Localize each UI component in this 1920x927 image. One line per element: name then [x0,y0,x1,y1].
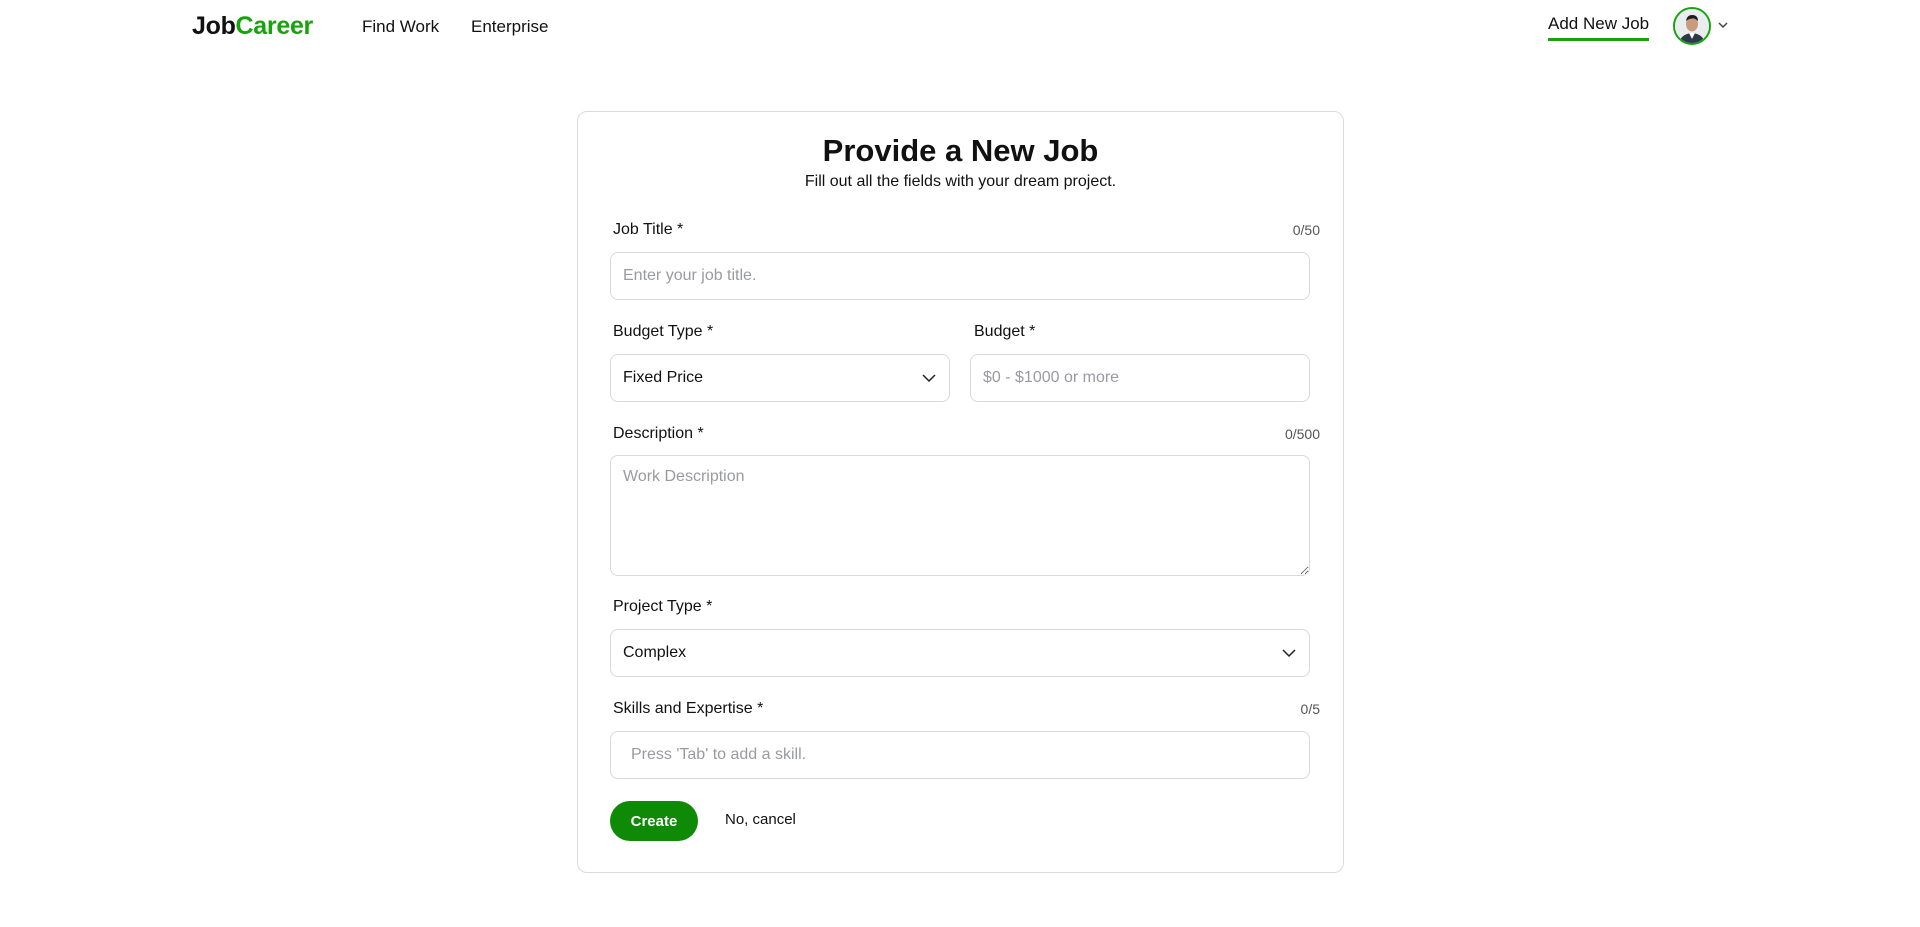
add-new-job-link[interactable]: Add New Job [1548,14,1650,41]
job-title-input[interactable] [610,252,1310,300]
budget-type-label: Budget Type * [613,323,714,340]
job-title-counter: 0/50 [1292,222,1320,238]
nav-find-work[interactable]: Find Work [362,17,439,37]
project-type-label: Project Type * [613,598,713,615]
description-label: Description * [613,425,704,442]
logo-part-career: Career [235,12,314,40]
user-avatar-icon [1675,9,1709,43]
page-subtitle: Fill out all the fields with your dream … [804,173,1117,190]
cancel-button[interactable]: No, cancel [725,811,796,828]
job-title-label: Job Title * [613,221,684,238]
page-title: Provide a New Job [822,133,1099,168]
chevron-down-icon[interactable] [1716,18,1730,32]
budget-type-select[interactable]: Fixed Price [610,354,950,402]
logo-part-job: Job [192,12,236,40]
avatar[interactable] [1673,7,1711,45]
create-button[interactable]: Create [610,801,698,841]
logo[interactable]: JobCareer [192,12,313,41]
chevron-down-icon [1282,649,1296,658]
project-type-value: Complex [623,644,687,661]
project-type-select[interactable]: Complex [610,629,1310,677]
nav-enterprise[interactable]: Enterprise [471,17,548,37]
skills-counter: 0/5 [1300,701,1320,717]
budget-input[interactable] [970,354,1310,402]
budget-label: Budget * [974,323,1036,340]
skills-input[interactable] [610,731,1310,779]
chevron-down-icon [922,374,936,383]
description-textarea[interactable] [610,455,1310,576]
budget-type-value: Fixed Price [623,369,704,386]
description-counter: 0/500 [1284,426,1320,442]
skills-label: Skills and Expertise * [613,700,764,717]
